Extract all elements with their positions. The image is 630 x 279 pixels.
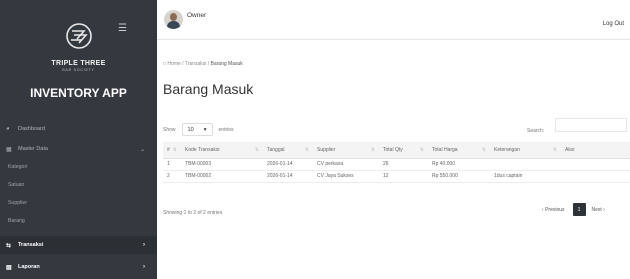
breadcrumb-home[interactable]: Home bbox=[167, 61, 180, 67]
column-header-keterangan[interactable]: Keterangan ⇅ bbox=[490, 142, 561, 159]
sidebar-item-supplier[interactable]: Supplier bbox=[0, 195, 157, 211]
chevron-down-icon: ⌄ bbox=[139, 146, 145, 153]
dashboard-icon: ◕ bbox=[6, 126, 10, 132]
column-header-aksi: Aksi bbox=[561, 142, 630, 159]
brand-name: TRIPLE THREE bbox=[51, 60, 106, 67]
brand-subtitle: BAR SOCIETY bbox=[62, 68, 95, 72]
data-table: # ⇅ Kode Transaksi ⇅ Tanggal ⇅ Supplier ⇅ T… bbox=[163, 142, 630, 183]
breadcrumb: □ Home / Transaksi / Barang Masuk bbox=[163, 61, 243, 67]
sidebar-item-label: Barang bbox=[8, 218, 25, 224]
cell-aksi bbox=[561, 170, 630, 183]
cell-kode-transaksi: TBM-00003 bbox=[181, 158, 263, 171]
sidebar-item-satuan[interactable]: Satuan bbox=[0, 177, 157, 193]
column-header-total-harga[interactable]: Total Harga ⇅ bbox=[428, 142, 490, 159]
entries-label: entries bbox=[218, 126, 234, 133]
cell-kode-transaksi: TBM-00002 bbox=[181, 170, 263, 183]
sort-icon: ⇅ bbox=[254, 146, 259, 153]
breadcrumb-separator: / bbox=[182, 61, 184, 67]
cell-keterangan bbox=[490, 158, 561, 171]
table-row: 2 TBM-00002 2026-01-14 CV Jaya Sukses 12… bbox=[163, 170, 630, 183]
database-icon: ▦ bbox=[6, 146, 12, 153]
breadcrumb-separator: / bbox=[207, 61, 210, 67]
sort-icon: ⇅ bbox=[481, 146, 486, 153]
logout-link[interactable]: Log Out bbox=[603, 21, 624, 27]
sidebar-item-master-data[interactable]: ▦ Master Data ⌄ bbox=[0, 140, 157, 158]
cell-tanggal: 2026-01-14 bbox=[263, 170, 313, 183]
table-info: Showing 1 to 2 of 2 entries bbox=[163, 210, 223, 216]
cell-total-qty: 12 bbox=[379, 170, 428, 183]
cell-total-qty: 26 bbox=[379, 158, 428, 171]
page-title: Barang Masuk bbox=[163, 81, 254, 97]
cell-total-harga: Rp 550.000 bbox=[428, 170, 490, 183]
sidebar-item-label: Supplier bbox=[8, 200, 28, 206]
app-title: INVENTORY APP bbox=[30, 86, 127, 100]
cell-aksi bbox=[561, 158, 630, 171]
cell-total-harga: Rp 40.000 bbox=[428, 158, 490, 171]
logo: TRIPLE THREE BAR SOCIETY bbox=[0, 22, 157, 72]
avatar[interactable] bbox=[164, 10, 183, 29]
cell-keterangan: 1dus captain bbox=[490, 170, 561, 183]
next-button[interactable]: Next › bbox=[592, 207, 605, 213]
transfer-icon: ⇆ bbox=[6, 242, 12, 249]
previous-button[interactable]: ‹ Previous bbox=[542, 207, 565, 213]
entries-control: Show 10 ▾ entries bbox=[163, 123, 234, 136]
sidebar: ☰ TRIPLE THREE BAR SOCIETY INVENTORY APP… bbox=[0, 0, 157, 279]
chevron-right-icon: › bbox=[143, 264, 145, 270]
sidebar-item-label: Dashboard bbox=[18, 126, 45, 132]
entries-value: 10 bbox=[187, 126, 194, 133]
table-row: 1 TBM-00003 2026-01-14 CV perkasa 26 Rp … bbox=[163, 158, 630, 171]
sort-icon: ⇅ bbox=[552, 146, 557, 153]
sidebar-item-label: Master Data bbox=[18, 146, 48, 152]
cell-tanggal: 2026-01-14 bbox=[263, 158, 313, 171]
main-content: Owner Log Out □ Home / Transaksi / Baran… bbox=[157, 0, 630, 279]
table-header-row: # ⇅ Kode Transaksi ⇅ Tanggal ⇅ Supplier ⇅ T… bbox=[163, 142, 630, 159]
pagination: ‹ Previous 1 Next › bbox=[542, 203, 605, 216]
page-1-button[interactable]: 1 bbox=[572, 203, 586, 216]
triple-three-logo-icon bbox=[65, 23, 92, 49]
cell-number: 1 bbox=[163, 158, 181, 171]
sidebar-item-label: Transaksi bbox=[18, 242, 44, 248]
sidebar-item-kategori[interactable]: Kategori bbox=[0, 159, 157, 175]
sort-icon: ⇅ bbox=[370, 146, 375, 153]
chevron-down-icon: ▾ bbox=[203, 126, 207, 133]
cell-supplier: CV perkasa bbox=[313, 158, 379, 171]
report-icon: ▤ bbox=[6, 264, 12, 271]
sort-icon: ⇅ bbox=[172, 146, 177, 153]
sidebar-item-laporan[interactable]: ▤ Laporan › bbox=[0, 258, 157, 276]
sort-icon: ⇅ bbox=[304, 146, 309, 153]
column-header-number[interactable]: # ⇅ bbox=[163, 142, 181, 159]
user-name[interactable]: Owner bbox=[187, 12, 206, 19]
home-icon: □ bbox=[163, 61, 167, 67]
column-header-supplier[interactable]: Supplier ⇅ bbox=[313, 142, 379, 159]
entries-select[interactable]: 10 ▾ bbox=[181, 123, 213, 136]
table-card: Show 10 ▾ entries Search: # ⇅ Kode Trans… bbox=[157, 108, 630, 228]
sort-icon: ⇅ bbox=[419, 146, 424, 153]
chevron-right-icon: › bbox=[143, 242, 145, 248]
search-label: Search: bbox=[527, 128, 545, 134]
cell-number: 2 bbox=[163, 170, 181, 183]
sidebar-item-label: Kategori bbox=[8, 164, 28, 170]
search-input[interactable] bbox=[555, 118, 627, 132]
topbar: Owner Log Out bbox=[157, 0, 630, 40]
sidebar-item-transaksi[interactable]: ⇆ Transaksi › bbox=[0, 236, 157, 254]
sidebar-item-label: Satuan bbox=[8, 182, 25, 188]
breadcrumb-current: Barang Masuk bbox=[210, 61, 243, 67]
column-header-kode-transaksi[interactable]: Kode Transaksi ⇅ bbox=[181, 142, 263, 159]
sidebar-item-label: Laporan bbox=[18, 264, 40, 270]
column-header-total-qty[interactable]: Total Qty ⇅ bbox=[379, 142, 428, 159]
sidebar-item-dashboard[interactable]: ◕ Dashboard bbox=[0, 120, 157, 138]
column-header-tanggal[interactable]: Tanggal ⇅ bbox=[263, 142, 313, 159]
breadcrumb-transaksi[interactable]: Transaksi bbox=[185, 61, 207, 67]
cell-supplier: CV Jaya Sukses bbox=[313, 170, 379, 183]
sidebar-item-barang[interactable]: Barang bbox=[0, 213, 157, 229]
show-label: Show bbox=[163, 126, 176, 133]
